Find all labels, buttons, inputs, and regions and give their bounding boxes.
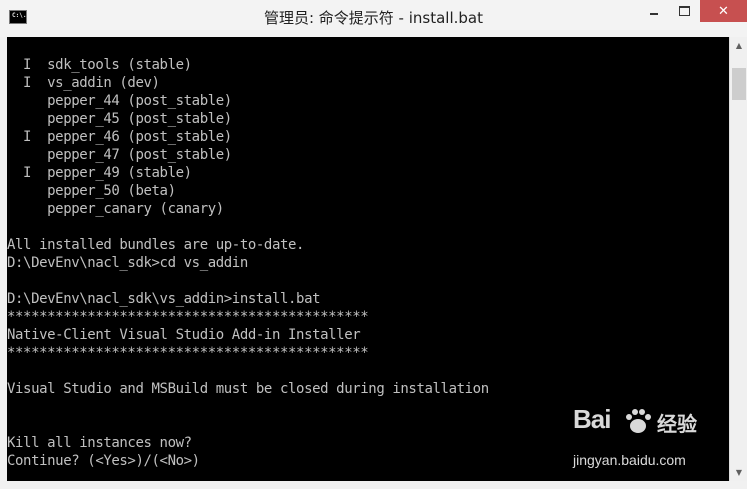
- watermark-url: jingyan.baidu.com: [573, 452, 686, 468]
- console-line: Visual Studio and MSBuild must be closed…: [7, 381, 489, 397]
- console-line: D:\DevEnv\nacl_sdk\vs_addin>install.bat: [7, 291, 321, 307]
- maximize-icon: [678, 6, 690, 16]
- console-line: ****************************************…: [7, 309, 369, 325]
- window-bottom-border: [0, 481, 747, 489]
- watermark-logo: Bai: [573, 404, 611, 434]
- console-line: Continue? (<Yes>)/(<No>): [7, 453, 200, 469]
- close-icon: ✕: [718, 3, 729, 19]
- console-line: All installed bundles are up-to-date.: [7, 237, 305, 253]
- minimize-icon: [650, 13, 658, 15]
- console-line: pepper_50 (beta): [7, 183, 176, 199]
- close-button[interactable]: ✕: [700, 0, 747, 22]
- scroll-thumb[interactable]: [732, 68, 746, 100]
- console-line: Native-Client Visual Studio Add-in Insta…: [7, 327, 361, 343]
- paw-icon: [626, 409, 651, 433]
- console-line: I vs_addin (dev): [7, 75, 160, 91]
- console-line: pepper_44 (post_stable): [7, 93, 232, 109]
- title-bar[interactable]: C:\. 管理员: 命令提示符 - install.bat ✕: [0, 0, 747, 37]
- console-line: I pepper_46 (post_stable): [7, 129, 232, 145]
- watermark-cn-text: 经验: [657, 412, 697, 436]
- window-title: 管理员: 命令提示符 - install.bat: [263, 9, 484, 27]
- console-line: Kill all instances now?: [7, 435, 192, 451]
- minimize-button[interactable]: [641, 0, 667, 22]
- console-line: pepper_45 (post_stable): [7, 111, 232, 127]
- maximize-button[interactable]: [671, 0, 697, 22]
- baidu-jingyan-watermark: Bai 经验 jingyan.baidu.com: [573, 404, 733, 476]
- console-line: pepper_47 (post_stable): [7, 147, 232, 163]
- console-line: I pepper_49 (stable): [7, 165, 192, 181]
- console-line: pepper_canary (canary): [7, 201, 224, 217]
- console-line: I sdk_tools (stable): [7, 57, 192, 73]
- console-window: C:\. 管理员: 命令提示符 - install.bat ✕ I sdk_to…: [0, 0, 747, 489]
- console-line: ****************************************…: [7, 345, 369, 361]
- console-line: D:\DevEnv\nacl_sdk>cd vs_addin: [7, 255, 248, 271]
- scroll-up-arrow-icon[interactable]: ▲: [730, 37, 747, 54]
